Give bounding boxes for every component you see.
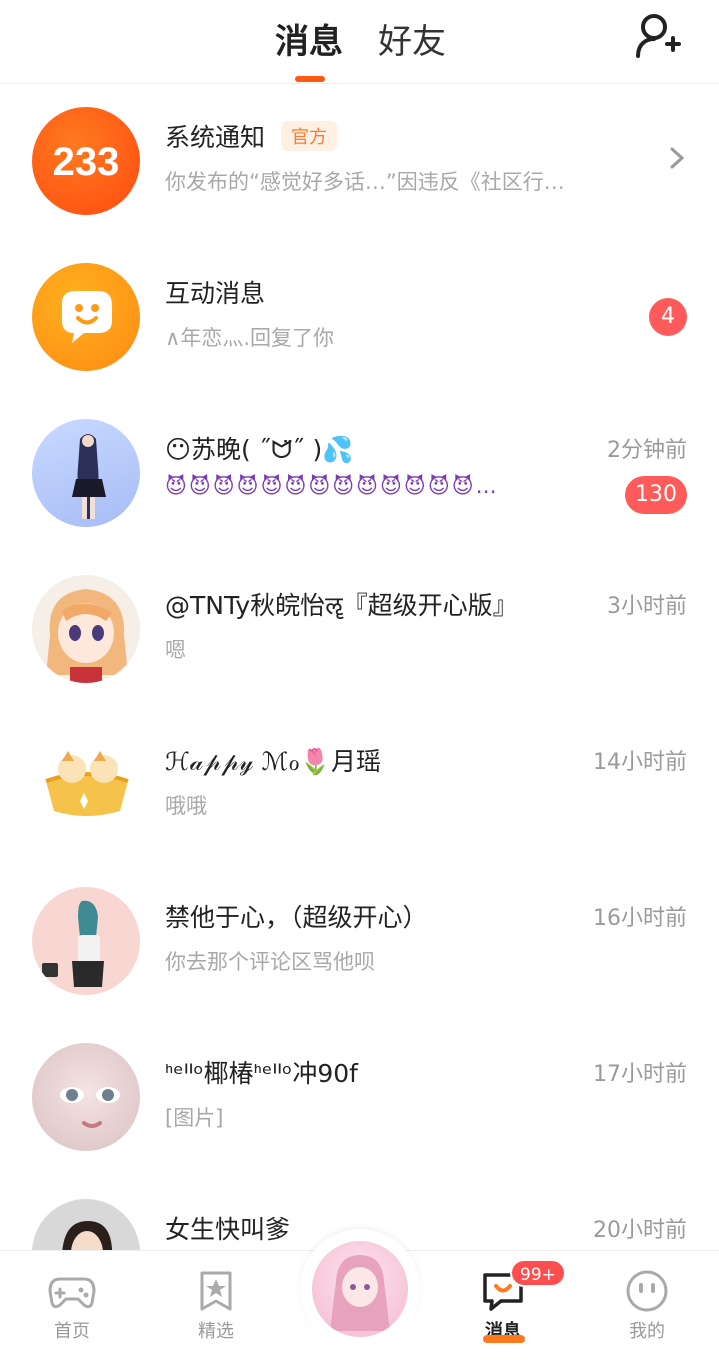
unread-badge: 130 [625, 476, 687, 514]
svg-text:233: 233 [53, 140, 120, 184]
conversation-item[interactable]: ℋ𝒶𝓅𝓅𝓎 ℳℴ🌷月瑶 哦哦 14小时前 [0, 708, 719, 864]
chevron-right-icon [670, 147, 685, 169]
conversation-name: ᑋᵉᑊᑊᵒ椰椿ᑋᵉᑊᑊᵒ冲90f [165, 1059, 358, 1088]
conversation-time: 17小时前 [593, 1062, 687, 1087]
conversation-item[interactable]: 禁他于心，（超级开心） 你去那个评论区骂他呗 16小时前 [0, 864, 719, 1020]
interaction-avatar-icon [32, 263, 140, 371]
official-tag: 官方 [281, 121, 338, 151]
active-tab-indicator [295, 76, 325, 82]
conversation-name: 系统通知 官方 [165, 118, 338, 154]
conversation-name: 女生快叫爹 [165, 1215, 291, 1244]
nav-me[interactable]: 我的 [612, 1269, 682, 1343]
active-nav-indicator [483, 1335, 525, 1343]
conversation-preview: 哦哦 [165, 794, 207, 818]
conversation-name: @TNTy秋皖怡ॡ『超级开心版』 [165, 591, 518, 620]
conversation-item[interactable]: ᑋᵉᑊᑊᵒ椰椿ᑋᵉᑊᑊᵒ冲90f [图片] 17小时前 [0, 1020, 719, 1176]
star-bookmark-icon [200, 1271, 232, 1311]
bottom-nav: 首页 精选 消息 99+ 我的 [0, 1229, 719, 1362]
avatar [32, 575, 140, 683]
gamepad-icon [48, 1277, 96, 1309]
conversation-item-interaction[interactable]: 互动消息 ∧年恋灬.回复了你 4 [0, 240, 719, 396]
avatar [32, 731, 140, 839]
conversation-time: 2分钟前 [607, 438, 687, 463]
messages-unread-badge: 99+ [510, 1259, 566, 1287]
conversation-time: 3小时前 [607, 594, 687, 619]
nav-label-me: 我的 [629, 1321, 665, 1342]
add-user-icon[interactable] [632, 10, 682, 60]
conversation-time: 20小时前 [593, 1218, 687, 1243]
system-avatar-icon: 233 [32, 107, 140, 215]
face-icon [626, 1270, 668, 1312]
conversation-preview: [图片] [165, 1106, 224, 1130]
conversation-name: 禁他于心，（超级开心） [165, 903, 428, 932]
nav-featured[interactable]: 精选 [181, 1269, 251, 1343]
avatar [32, 1199, 140, 1250]
avatar [32, 887, 140, 995]
avatar [32, 1043, 140, 1151]
conversation-preview: 😈😈😈😈😈😈😈😈😈😈😈😈😈… [165, 474, 499, 498]
nav-center-avatar[interactable] [300, 1229, 420, 1349]
conversation-name: 😶苏晚( ˝ᗢ̈˝ )💦 [165, 435, 354, 464]
nav-label-home: 首页 [54, 1321, 90, 1342]
conversation-preview: 你去那个评论区骂他呗 [165, 950, 375, 974]
nav-home[interactable]: 首页 [37, 1269, 107, 1343]
conversation-name-text: 系统通知 [165, 123, 266, 152]
unread-badge: 4 [649, 298, 687, 336]
conversation-item[interactable]: 😶苏晚( ˝ᗢ̈˝ )💦 😈😈😈😈😈😈😈😈😈😈😈😈😈… 2分钟前 130 [0, 396, 719, 552]
conversation-preview: 嗯 [165, 638, 186, 662]
conversation-preview: 你发布的“感觉好多话…”因违反《社区行… [165, 170, 565, 194]
nav-label-featured: 精选 [198, 1321, 234, 1342]
conversation-list[interactable]: 233 系统通知 官方 你发布的“感觉好多话…”因违反《社区行… 互动消息 ∧年恋… [0, 84, 719, 1250]
tab-messages[interactable]: 消息 [275, 14, 343, 63]
conversation-name: ℋ𝒶𝓅𝓅𝓎 ℳℴ🌷月瑶 [165, 747, 381, 776]
conversation-item-system[interactable]: 233 系统通知 官方 你发布的“感觉好多话…”因违反《社区行… [0, 84, 719, 240]
conversation-name: 互动消息 [165, 279, 266, 308]
top-bar: 消息 好友 [0, 0, 719, 84]
conversation-preview: ∧年恋灬.回复了你 [165, 326, 335, 350]
avatar [32, 419, 140, 527]
conversation-item[interactable]: @TNTy秋皖怡ॡ『超级开心版』 嗯 3小时前 [0, 552, 719, 708]
conversation-time: 16小时前 [593, 906, 687, 931]
conversation-time: 14小时前 [593, 750, 687, 775]
avatar [312, 1241, 408, 1337]
tab-friends[interactable]: 好友 [378, 14, 446, 63]
